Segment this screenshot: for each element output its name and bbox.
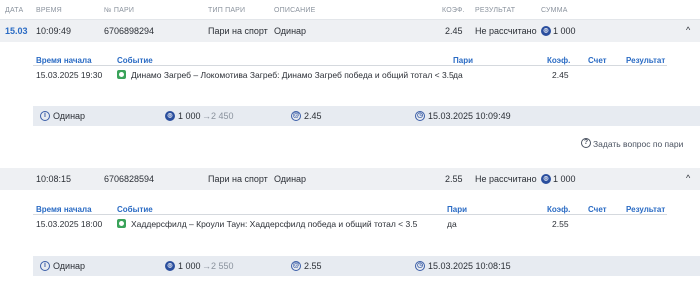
coin-icon: ◎	[165, 111, 175, 121]
details-header-start: Время начала	[36, 205, 92, 214]
summary-stake: 1 000	[178, 261, 201, 271]
bet-amount: 1 000	[553, 174, 576, 184]
details-header-coef: Коэф.	[547, 205, 571, 214]
at-coef-icon: @	[291, 261, 301, 271]
header-bet-type: ТИП ПАРИ	[208, 7, 246, 14]
bet-type: Пари на спорт	[208, 26, 268, 36]
details-header-event: Событие	[117, 56, 153, 65]
bet-time: 10:08:15	[36, 174, 72, 184]
bet-amount: 1 000	[553, 26, 576, 36]
summary-datetime: 15.03.2025 10:09:49	[428, 111, 511, 121]
arrow-right-icon: →	[202, 261, 211, 271]
event-start: 15.03.2025 18:00	[36, 219, 103, 229]
bet-result: Не рассчитано	[475, 26, 537, 36]
bet-coef: 2.45	[445, 26, 463, 36]
football-icon	[117, 70, 126, 79]
arrow-right-icon: →	[202, 111, 211, 121]
bet-time: 10:09:49	[36, 26, 72, 36]
event-name[interactable]: Динамо Загреб – Локомотива Загреб: Динам…	[131, 70, 454, 80]
bet-summary: i Одинар ◎ 1 000 → 2 450 @ 2.45 ◷ 15.03.…	[33, 106, 700, 126]
summary-win: 2 550	[211, 261, 234, 271]
details-header-coef: Коэф.	[547, 56, 571, 65]
bet-row[interactable]: 15.03 10:09:49 6706898294 Пари на спорт …	[0, 20, 700, 42]
details-header-result: Результат	[626, 56, 666, 65]
summary-type: Одинар	[53, 261, 86, 271]
header-date: ДАТА	[5, 7, 24, 14]
bet-number: 6706828594	[104, 174, 155, 184]
header-amount: СУММА	[541, 7, 568, 14]
details-header-bet: Пари	[447, 205, 468, 214]
clock-icon: ◷	[415, 111, 425, 121]
bet-description: Одинар	[274, 174, 307, 184]
question-icon: ?	[581, 138, 591, 148]
header-coef: КОЭФ.	[442, 7, 465, 14]
event-coef: 2.55	[552, 219, 569, 229]
bet-coef: 2.55	[445, 174, 463, 184]
bet-summary: i Одинар ◎ 1 000 → 2 550 @ 2.55 ◷ 15.03.…	[33, 256, 700, 276]
event-bet: да	[447, 219, 457, 229]
header-result: РЕЗУЛЬТАТ	[475, 7, 516, 14]
info-icon[interactable]: i	[40, 261, 50, 271]
bet-row[interactable]: 10:08:15 6706828594 Пари на спорт Одинар…	[0, 168, 700, 190]
details-header-start: Время начала	[36, 56, 92, 65]
table-header: ДАТА ВРЕМЯ № ПАРИ ТИП ПАРИ ОПИСАНИЕ КОЭФ…	[0, 0, 700, 20]
header-time: ВРЕМЯ	[36, 7, 62, 14]
bet-date: 15.03	[5, 26, 28, 36]
header-description: ОПИСАНИЕ	[274, 7, 316, 14]
clock-icon: ◷	[415, 261, 425, 271]
info-icon[interactable]: i	[40, 111, 50, 121]
header-bet-number: № ПАРИ	[104, 7, 135, 14]
summary-coef: 2.45	[304, 111, 322, 121]
bet-result: Не рассчитано	[475, 174, 537, 184]
collapse-chevron-icon[interactable]: ^	[686, 173, 690, 183]
event-coef: 2.45	[552, 70, 569, 80]
at-coef-icon: @	[291, 111, 301, 121]
bet-description: Одинар	[274, 26, 307, 36]
event-name[interactable]: Хаддерсфилд – Кроули Таун: Хаддерсфилд п…	[131, 219, 417, 229]
summary-win: 2 450	[211, 111, 234, 121]
bet-type: Пари на спорт	[208, 174, 268, 184]
event-bet: да	[453, 70, 463, 80]
coin-icon: ◎	[541, 174, 551, 184]
event-start: 15.03.2025 19:30	[36, 70, 103, 80]
details-header-result: Результат	[626, 205, 666, 214]
collapse-chevron-icon[interactable]: ^	[686, 25, 690, 35]
details-header-bet: Пари	[453, 56, 474, 65]
coin-icon: ◎	[541, 26, 551, 36]
summary-coef: 2.55	[304, 261, 322, 271]
coin-icon: ◎	[165, 261, 175, 271]
details-divider	[33, 65, 667, 66]
details-divider	[33, 214, 667, 215]
bet-number: 6706898294	[104, 26, 155, 36]
details-header-event: Событие	[117, 205, 153, 214]
football-icon	[117, 219, 126, 228]
ask-question-label: Задать вопрос по пари	[593, 139, 684, 149]
summary-stake: 1 000	[178, 111, 201, 121]
details-header-score: Счет	[588, 56, 607, 65]
summary-datetime: 15.03.2025 10:08:15	[428, 261, 511, 271]
summary-type: Одинар	[53, 111, 86, 121]
details-header-score: Счет	[588, 205, 607, 214]
